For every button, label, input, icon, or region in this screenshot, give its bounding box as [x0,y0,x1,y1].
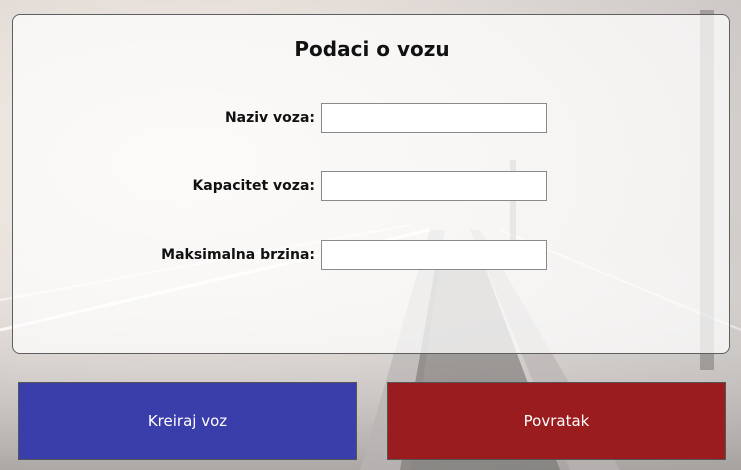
train-name-input[interactable] [321,103,547,133]
create-train-button-label: Kreiraj voz [147,412,228,430]
back-button[interactable]: Povratak [387,382,726,460]
train-name-label: Naziv voza: [224,110,315,126]
back-button-label: Povratak [523,412,590,430]
create-train-button[interactable]: Kreiraj voz [18,382,357,460]
max-speed-input[interactable] [321,240,547,270]
train-capacity-label: Kapacitet voza: [192,178,315,194]
train-details-panel: Podaci o vozu Naziv voza: Kapacitet voza… [12,14,730,354]
train-capacity-input[interactable] [321,171,547,201]
max-speed-label: Maksimalna brzina: [161,247,315,263]
form-title: Podaci o vozu [294,37,450,61]
